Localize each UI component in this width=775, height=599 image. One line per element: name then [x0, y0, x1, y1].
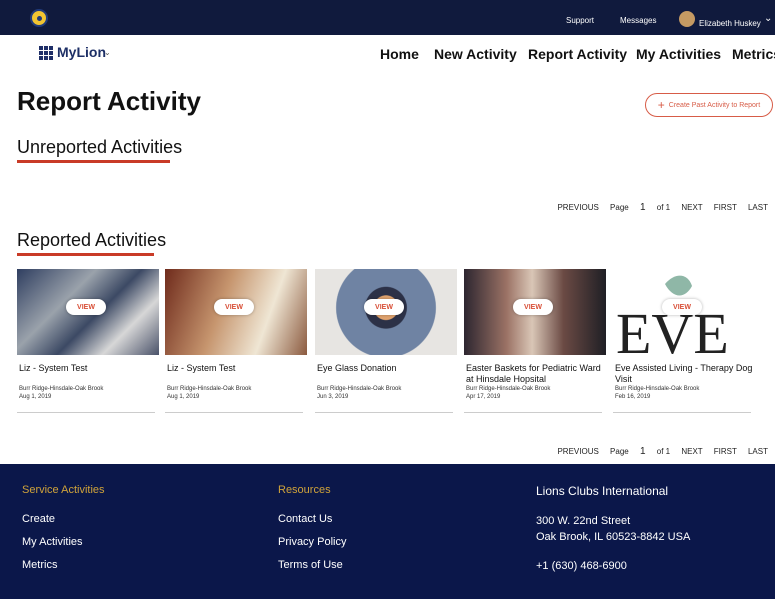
messages-link[interactable]: Messages [620, 16, 656, 25]
activity-photo[interactable]: VIEW [165, 269, 307, 355]
activity-card[interactable]: VIEW Eye Glass Donation Burr Ridge-Hinsd… [315, 269, 457, 419]
support-link[interactable]: Support [566, 16, 594, 25]
view-button[interactable]: VIEW [662, 299, 702, 315]
card-location: Burr Ridge-Hinsdale-Oak Brook [466, 386, 551, 392]
brand-caret-icon[interactable]: ⌄ [104, 48, 111, 57]
previous-link[interactable]: PREVIOUS [557, 203, 598, 212]
resources-heading: Resources [278, 484, 331, 496]
page-label: Page [610, 203, 629, 212]
nav-metrics[interactable]: Metrics [732, 46, 775, 62]
activity-card[interactable]: VIEW Liz - System Test Burr Ridge-Hinsda… [17, 269, 159, 419]
footer-create-link[interactable]: Create [22, 513, 55, 525]
previous-link[interactable]: PREVIOUS [557, 447, 598, 456]
card-date: Apr 17, 2019 [466, 394, 501, 400]
activity-card[interactable]: VIEW Easter Baskets for Pediatric Ward a… [464, 269, 606, 419]
user-name[interactable]: Elizabeth Huskey [699, 19, 761, 28]
card-title[interactable]: Eve Assisted Living - Therapy Dog Visit [615, 363, 753, 385]
view-button[interactable]: VIEW [364, 299, 404, 315]
view-button[interactable]: VIEW [66, 299, 106, 315]
contact-us-link[interactable]: Contact Us [278, 513, 332, 525]
first-link[interactable]: FIRST [714, 203, 737, 212]
avatar[interactable] [679, 11, 695, 27]
footer-my-activities-link[interactable]: My Activities [22, 536, 83, 548]
card-date: Feb 16, 2019 [615, 394, 651, 400]
footer: Service Activities Create My Activities … [0, 464, 775, 599]
reported-activity-cards: VIEW Liz - System Test Burr Ridge-Hinsda… [17, 269, 775, 419]
top-bar: Support Messages Elizabeth Huskey ⌄ [0, 0, 775, 35]
activity-card[interactable]: EVE VIEW Eve Assisted Living - Therapy D… [613, 269, 755, 419]
activity-photo[interactable]: VIEW [315, 269, 457, 355]
app-name[interactable]: MyLion [57, 44, 106, 60]
nav-home[interactable]: Home [380, 46, 419, 62]
page-number[interactable]: 1 [640, 202, 646, 213]
page-title: Report Activity [17, 86, 201, 116]
card-date: Aug 1, 2019 [19, 394, 52, 400]
bottom-pagination: PREVIOUS Page 1 of 1 NEXT FIRST LAST [548, 446, 768, 457]
reported-underline [17, 253, 154, 256]
page-number[interactable]: 1 [640, 446, 646, 457]
nav-new-activity[interactable]: New Activity [434, 46, 517, 62]
first-link[interactable]: FIRST [714, 447, 737, 456]
card-divider [613, 412, 751, 413]
terms-of-use-link[interactable]: Terms of Use [278, 559, 343, 571]
page-label: Page [610, 447, 629, 456]
org-heading: Lions Clubs International [536, 484, 669, 498]
last-link[interactable]: LAST [748, 203, 768, 212]
card-location: Burr Ridge-Hinsdale-Oak Brook [19, 386, 104, 392]
card-title[interactable]: Eye Glass Donation [317, 363, 455, 374]
card-location: Burr Ridge-Hinsdale-Oak Brook [615, 386, 700, 392]
card-title[interactable]: Easter Baskets for Pediatric Ward at Hin… [466, 363, 604, 385]
page-of-label: of 1 [656, 447, 671, 456]
top-pagination: PREVIOUS Page 1 of 1 NEXT FIRST LAST [548, 202, 768, 213]
service-activities-heading: Service Activities [22, 484, 105, 496]
last-link[interactable]: LAST [748, 447, 768, 456]
activity-photo[interactable]: VIEW [17, 269, 159, 355]
reported-heading: Reported Activities [17, 230, 167, 250]
privacy-policy-link[interactable]: Privacy Policy [278, 536, 346, 548]
card-date: Jun 3, 2019 [317, 394, 349, 400]
nav-my-activities[interactable]: My Activities [636, 46, 721, 62]
view-button[interactable]: VIEW [513, 299, 553, 315]
card-divider [17, 412, 155, 413]
card-divider [165, 412, 303, 413]
footer-metrics-link[interactable]: Metrics [22, 559, 57, 571]
chevron-down-icon[interactable]: ⌄ [764, 13, 772, 24]
nav-report-activity[interactable]: Report Activity [528, 46, 627, 62]
address-line-2: Oak Brook, IL 60523-8842 USA [536, 531, 691, 543]
activity-photo[interactable]: EVE VIEW [613, 269, 755, 355]
card-divider [464, 412, 602, 413]
unreported-underline [17, 160, 170, 163]
create-past-activity-button[interactable]: + Create Past Activity to Report [645, 93, 773, 117]
next-link[interactable]: NEXT [681, 447, 702, 456]
unreported-heading: Unreported Activities [17, 137, 183, 157]
address-line-1: 300 W. 22nd Street [536, 515, 631, 527]
activity-photo[interactable]: VIEW [464, 269, 606, 355]
next-link[interactable]: NEXT [681, 203, 702, 212]
lions-logo[interactable] [30, 9, 48, 27]
create-past-activity-label: Create Past Activity to Report [668, 101, 761, 109]
app-grid-icon[interactable] [39, 46, 53, 60]
card-location: Burr Ridge-Hinsdale-Oak Brook [167, 386, 252, 392]
card-title[interactable]: Liz - System Test [19, 363, 157, 374]
card-date: Aug 1, 2019 [167, 394, 200, 400]
page-of-label: of 1 [656, 203, 671, 212]
card-title[interactable]: Liz - System Test [167, 363, 305, 374]
plus-icon: + [657, 98, 665, 112]
view-button[interactable]: VIEW [214, 299, 254, 315]
activity-card[interactable]: VIEW Liz - System Test Burr Ridge-Hinsda… [165, 269, 307, 419]
card-divider [315, 412, 453, 413]
card-location: Burr Ridge-Hinsdale-Oak Brook [317, 386, 402, 392]
phone-number: +1 (630) 468-6900 [536, 560, 627, 572]
